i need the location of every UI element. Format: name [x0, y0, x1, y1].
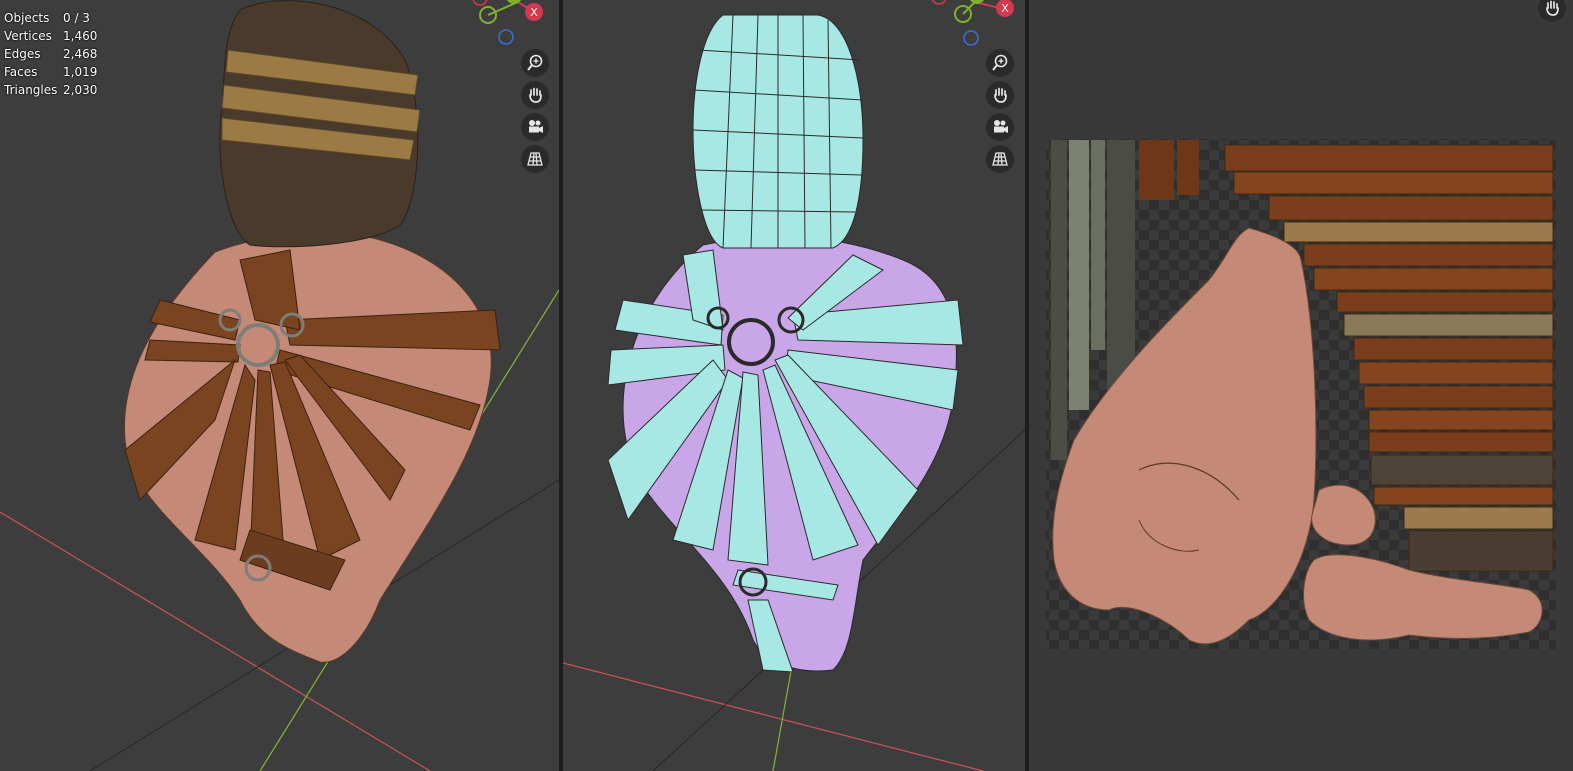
zoom-button[interactable]: [986, 49, 1014, 77]
camera-icon: [529, 120, 543, 133]
gizmo-neg-z[interactable]: [498, 29, 514, 45]
stat-value: 1,460: [63, 29, 98, 43]
grid-icon: [527, 152, 543, 166]
stat-label: Vertices: [4, 29, 52, 43]
stat-label: Faces: [4, 65, 38, 79]
gizmo-neg-x[interactable]: [931, 0, 947, 5]
stat-value: 2,030: [63, 83, 98, 97]
zoom-icon: [992, 54, 1008, 71]
camera-view-button[interactable]: [986, 113, 1014, 141]
scene-statistics-overlay: Objects 0 / 3 Vertices 1,460 Edges 2,468…: [4, 9, 97, 99]
stat-value: 1,019: [63, 65, 98, 79]
gizmo-neg-z[interactable]: [963, 30, 979, 46]
uv-image-editor[interactable]: [1029, 0, 1573, 771]
hand-icon: [1546, 0, 1559, 16]
viewport-wireframe[interactable]: X: [563, 0, 1025, 771]
zoom-icon: [527, 54, 543, 71]
stat-label: Triangles: [4, 83, 58, 97]
stat-value: 0 / 3: [63, 11, 90, 25]
pan-button[interactable]: [521, 81, 549, 109]
gizmo-neg-x[interactable]: [472, 0, 488, 6]
hand-icon: [529, 87, 542, 103]
gizmo-x-label: X: [530, 6, 538, 19]
stat-row-triangles: Triangles 2,030: [4, 81, 97, 99]
material-preview-render: [0, 0, 559, 771]
grid-icon: [992, 152, 1008, 166]
perspective-toggle-button[interactable]: [986, 145, 1014, 173]
stat-row-vertices: Vertices 1,460: [4, 27, 97, 45]
stat-label: Objects: [4, 11, 50, 25]
face-orientation-render: [563, 14, 1025, 771]
gizmo-x-label: X: [1001, 2, 1009, 15]
camera-view-button[interactable]: [521, 113, 549, 141]
stat-label: Edges: [4, 47, 41, 61]
pan-button[interactable]: [986, 81, 1014, 109]
hand-icon: [994, 87, 1007, 103]
uv-texture-canvas[interactable]: [1029, 0, 1573, 771]
stat-row-objects: Objects 0 / 3: [4, 9, 97, 27]
zoom-button[interactable]: [521, 49, 549, 77]
navigation-gizmo[interactable]: X: [470, 0, 559, 50]
viewport-material-preview[interactable]: Objects 0 / 3 Vertices 1,460 Edges 2,468…: [0, 0, 559, 771]
camera-icon: [994, 120, 1008, 133]
stat-row-edges: Edges 2,468: [4, 45, 97, 63]
perspective-toggle-button[interactable]: [521, 145, 549, 173]
navigation-gizmo[interactable]: X: [931, 0, 1023, 50]
stat-value: 2,468: [63, 47, 98, 61]
stat-row-faces: Faces 1,019: [4, 63, 97, 81]
